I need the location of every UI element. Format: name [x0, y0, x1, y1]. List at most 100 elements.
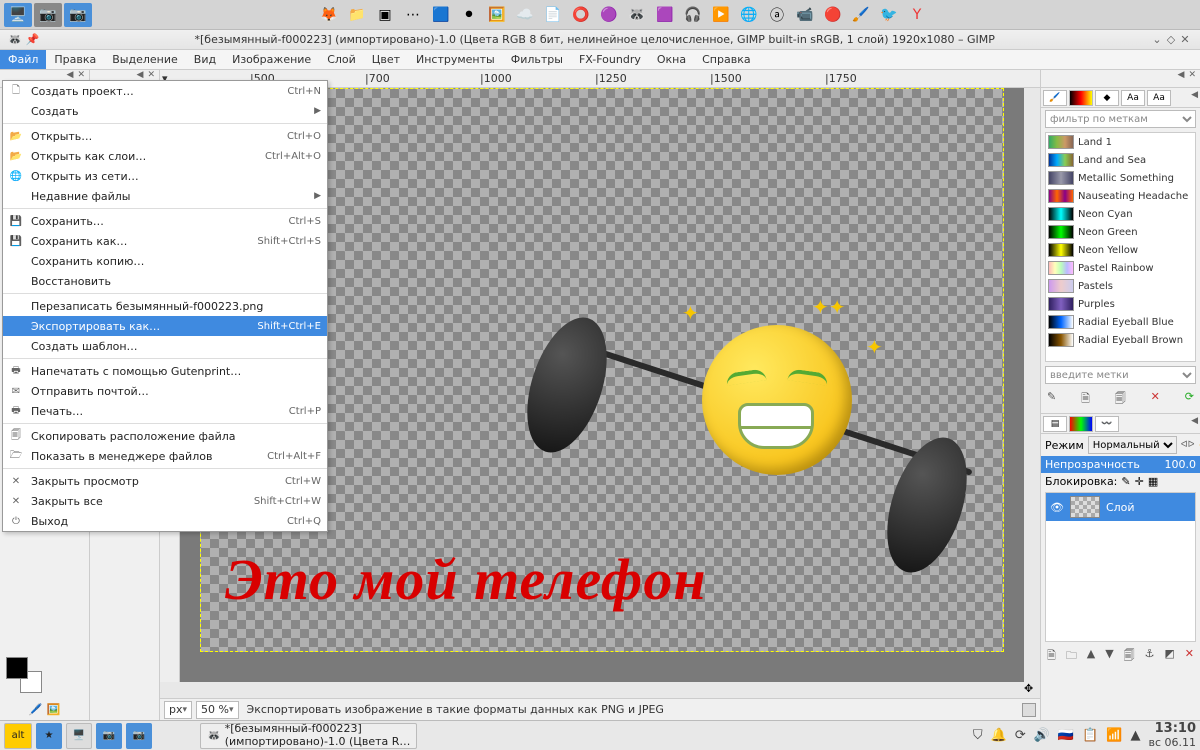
gradient-item[interactable]: Land 1: [1046, 133, 1195, 151]
file-menu-экспортировать-как-[interactable]: Экспортировать как…Shift+Ctrl+E: [3, 316, 327, 336]
file-menu-недавние-файлы[interactable]: Недавние файлы▶: [3, 186, 327, 206]
terminal-icon[interactable]: ▣: [372, 3, 398, 27]
file-menu-открыть-[interactable]: 📂Открыть…Ctrl+O: [3, 126, 327, 146]
taskbar-app-1[interactable]: 🖥️: [4, 3, 32, 27]
layer-name[interactable]: Слой: [1106, 501, 1135, 514]
file-menu-сохранить-как-[interactable]: 💾Сохранить как…Shift+Ctrl+S: [3, 231, 327, 251]
lock-alpha-icon[interactable]: ▦: [1148, 475, 1158, 488]
app-icon-i[interactable]: 🎧: [680, 3, 706, 27]
gradient-item[interactable]: Neon Yellow: [1046, 241, 1195, 259]
mask-icon[interactable]: ◩: [1164, 647, 1174, 666]
menu-инструменты[interactable]: Инструменты: [408, 50, 503, 69]
start-menu-icon[interactable]: alt: [4, 723, 32, 749]
gradient-item[interactable]: Neon Cyan: [1046, 205, 1195, 223]
file-menu-печать-[interactable]: 🖶Печать…Ctrl+P: [3, 401, 327, 421]
file-menu-скопировать-расположение-файла[interactable]: 🗐Скопировать расположение файла: [3, 426, 327, 446]
canvas-scrollbar-vertical[interactable]: [1024, 88, 1040, 682]
app-icon-h[interactable]: 🟪: [652, 3, 678, 27]
app-icon-n[interactable]: 🔴: [820, 3, 846, 27]
minimize-icon[interactable]: ⌄: [1150, 33, 1164, 46]
file-menu-закрыть-все[interactable]: ✕Закрыть всеShift+Ctrl+W: [3, 491, 327, 511]
file-menu-открыть-из-сети-[interactable]: 🌐Открыть из сети…: [3, 166, 327, 186]
nav-corner[interactable]: ✥: [1024, 682, 1040, 698]
dup-layer-icon[interactable]: 🗐: [1124, 647, 1135, 666]
panel-app-2[interactable]: 🖥️: [66, 723, 92, 749]
canvas-scrollbar-horizontal[interactable]: [180, 682, 1024, 698]
app-icon-o[interactable]: 🖌️: [848, 3, 874, 27]
tray-volume-icon[interactable]: 🔊: [1034, 728, 1050, 743]
menu-окна[interactable]: Окна: [649, 50, 694, 69]
mode-switch-icon[interactable]: ᐊᐅ: [1181, 440, 1195, 450]
menu-вид[interactable]: Вид: [186, 50, 224, 69]
menu-выделение[interactable]: Выделение: [104, 50, 186, 69]
dup-gradient-icon[interactable]: 🗐: [1115, 390, 1126, 409]
menu-справка[interactable]: Справка: [694, 50, 758, 69]
menu-правка[interactable]: Правка: [46, 50, 104, 69]
file-menu-создать[interactable]: Создать▶: [3, 101, 327, 121]
menu-слой[interactable]: Слой: [319, 50, 364, 69]
fonts2-tab[interactable]: Aa: [1147, 90, 1171, 106]
edit-gradient-icon[interactable]: ✎: [1047, 390, 1056, 409]
zoom-selector[interactable]: 50 % ▾: [196, 701, 238, 719]
app-icon-j[interactable]: ▶️: [708, 3, 734, 27]
app-icon-b[interactable]: ⚫: [456, 3, 482, 27]
gradient-item[interactable]: Neon Green: [1046, 223, 1195, 241]
file-menu-сохранить-копию-[interactable]: Сохранить копию…: [3, 251, 327, 271]
gradient-item[interactable]: Metallic Something: [1046, 169, 1195, 187]
opacity-slider[interactable]: Непрозрачность 100.0: [1041, 456, 1200, 473]
file-menu-выход[interactable]: ⏻ВыходCtrl+Q: [3, 511, 327, 531]
gradients-filter[interactable]: фильтр по меткам: [1045, 110, 1196, 128]
menu-файл[interactable]: Файл: [0, 50, 46, 69]
menu-цвет[interactable]: Цвет: [364, 50, 408, 69]
menu-изображение[interactable]: Изображение: [224, 50, 319, 69]
delete-gradient-icon[interactable]: ✕: [1151, 390, 1160, 409]
tray-clock[interactable]: 13:10 вс 06.11: [1148, 722, 1196, 748]
app-icon-c[interactable]: 🖼️: [484, 3, 510, 27]
firefox-icon[interactable]: 🦊: [316, 3, 342, 27]
delete-layer-icon[interactable]: ✕: [1185, 647, 1194, 666]
file-menu-отправить-почтой-[interactable]: ✉Отправить почтой…: [3, 381, 327, 401]
file-menu-напечатать-с-помощью-gutenprint-[interactable]: 🖶Напечатать с помощью Gutenprint…: [3, 361, 327, 381]
more-icon[interactable]: ⋯: [400, 3, 426, 27]
file-menu-сохранить-[interactable]: 💾Сохранить…Ctrl+S: [3, 211, 327, 231]
file-menu-перезаписать-безымянный-f000223-png[interactable]: Перезаписать безымянный-f000223.png: [3, 296, 327, 316]
gradient-item[interactable]: Purples: [1046, 295, 1195, 313]
refresh-gradient-icon[interactable]: ⟳: [1185, 390, 1194, 409]
app-icon-k[interactable]: 🌐: [736, 3, 762, 27]
merge-icon[interactable]: ⚓: [1145, 647, 1155, 666]
gimp-icon[interactable]: 🦝: [624, 3, 650, 27]
color-swatches[interactable]: [0, 651, 89, 699]
new-gradient-icon[interactable]: 🗎: [1081, 390, 1090, 409]
gradient-item[interactable]: Pastel Rainbow: [1046, 259, 1195, 277]
dock-close-icon[interactable]: ✕: [1188, 70, 1196, 87]
gradient-item[interactable]: Pastels: [1046, 277, 1195, 295]
gradient-item[interactable]: Nauseating Headache: [1046, 187, 1195, 205]
lock-pixels-icon[interactable]: ✎: [1121, 475, 1130, 488]
panel-app-3[interactable]: 📷: [96, 723, 122, 749]
new-layer-icon[interactable]: 🗎: [1047, 647, 1056, 666]
visibility-icon[interactable]: 👁: [1050, 501, 1064, 514]
app-icon-g[interactable]: 🟣: [596, 3, 622, 27]
app-icon-a[interactable]: 🟦: [428, 3, 454, 27]
tray-up-icon[interactable]: ▲: [1130, 728, 1140, 743]
layers-tab-menu-icon[interactable]: ◀: [1191, 416, 1198, 431]
yandex-icon[interactable]: Y: [904, 3, 930, 27]
files-icon[interactable]: 📁: [344, 3, 370, 27]
tray-wifi-icon[interactable]: 📶: [1106, 728, 1122, 743]
taskbar-app-3[interactable]: 📷: [64, 3, 92, 27]
app-icon-f[interactable]: ⭕: [568, 3, 594, 27]
blend-mode-select[interactable]: Нормальный: [1088, 436, 1177, 454]
layer-group-icon[interactable]: 🗀: [1066, 647, 1077, 666]
dock-collapse-icon[interactable]: ◀: [1178, 70, 1185, 87]
channels-tab[interactable]: [1069, 416, 1093, 432]
tray-flag-icon[interactable]: 🇷🇺: [1058, 728, 1074, 743]
app-icon-e[interactable]: 📄: [540, 3, 566, 27]
app-icon-p[interactable]: 🐦: [876, 3, 902, 27]
layers-list[interactable]: 👁 Слой: [1045, 492, 1196, 642]
file-menu-восстановить[interactable]: Восстановить: [3, 271, 327, 291]
lower-layer-icon[interactable]: ▼: [1105, 647, 1113, 666]
close-icon[interactable]: ✕: [1178, 33, 1192, 46]
taskbar-app-2[interactable]: 📷: [34, 3, 62, 27]
app-icon-m[interactable]: 📹: [792, 3, 818, 27]
panel-app-4[interactable]: 📷: [126, 723, 152, 749]
